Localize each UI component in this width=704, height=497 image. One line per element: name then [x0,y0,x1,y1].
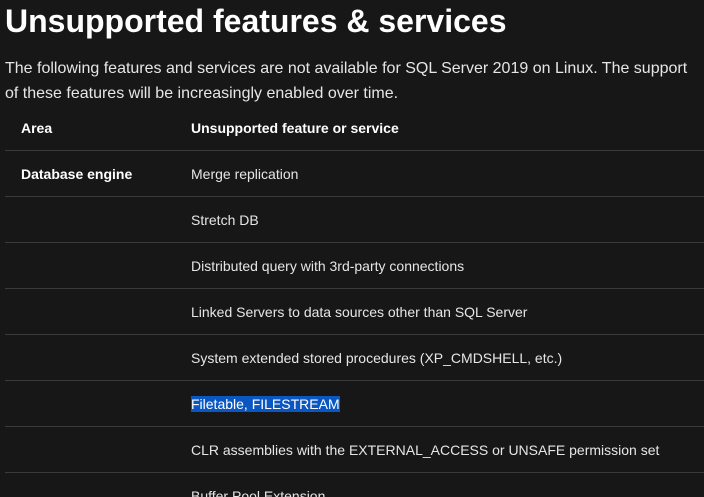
feature-cell: Buffer Pool Extension [191,473,704,497]
column-header-area: Area [21,119,53,136]
feature-cell: Merge replication [191,151,704,197]
table-row: Stretch DB [5,197,704,243]
table-row: Filetable, FILESTREAM [5,381,704,427]
area-cell [5,243,191,289]
feature-text[interactable]: CLR assemblies with the EXTERNAL_ACCESS … [191,442,659,458]
unsupported-features-table: Area Unsupported feature or service Data… [5,105,704,497]
feature-cell: CLR assemblies with the EXTERNAL_ACCESS … [191,427,704,473]
feature-cell: Distributed query with 3rd-party connect… [191,243,704,289]
table-row: System extended stored procedures (XP_CM… [5,335,704,381]
table-row: Distributed query with 3rd-party connect… [5,243,704,289]
area-cell [5,427,191,473]
area-cell [5,335,191,381]
feature-text[interactable]: Distributed query with 3rd-party connect… [191,258,464,274]
feature-cell: Stretch DB [191,197,704,243]
area-cell [5,289,191,335]
table-header-row: Area Unsupported feature or service [5,105,704,151]
area-cell [5,381,191,427]
feature-text[interactable]: Linked Servers to data sources other tha… [191,304,527,320]
feature-text[interactable]: Stretch DB [191,212,259,228]
selected-feature-text[interactable]: Filetable, FILESTREAM [191,395,340,412]
feature-text[interactable]: Merge replication [191,166,298,182]
area-cell [5,197,191,243]
feature-text[interactable]: Buffer Pool Extension [191,488,325,497]
feature-text[interactable]: System extended stored procedures (XP_CM… [191,350,562,366]
table-row: CLR assemblies with the EXTERNAL_ACCESS … [5,427,704,473]
page: Unsupported features & services The foll… [0,0,704,497]
intro-paragraph: The following features and services are … [5,60,688,102]
table-row: Database engine Merge replication [5,151,704,197]
feature-cell: System extended stored procedures (XP_CM… [191,335,704,381]
page-title: Unsupported features & services [5,3,507,39]
area-cell: Database engine [21,165,133,182]
area-cell [5,473,191,497]
feature-cell: Linked Servers to data sources other tha… [191,289,704,335]
table-row: Linked Servers to data sources other tha… [5,289,704,335]
table-row: Buffer Pool Extension [5,473,704,497]
column-header-feature: Unsupported feature or service [191,119,399,136]
feature-cell: Filetable, FILESTREAM [191,381,704,427]
